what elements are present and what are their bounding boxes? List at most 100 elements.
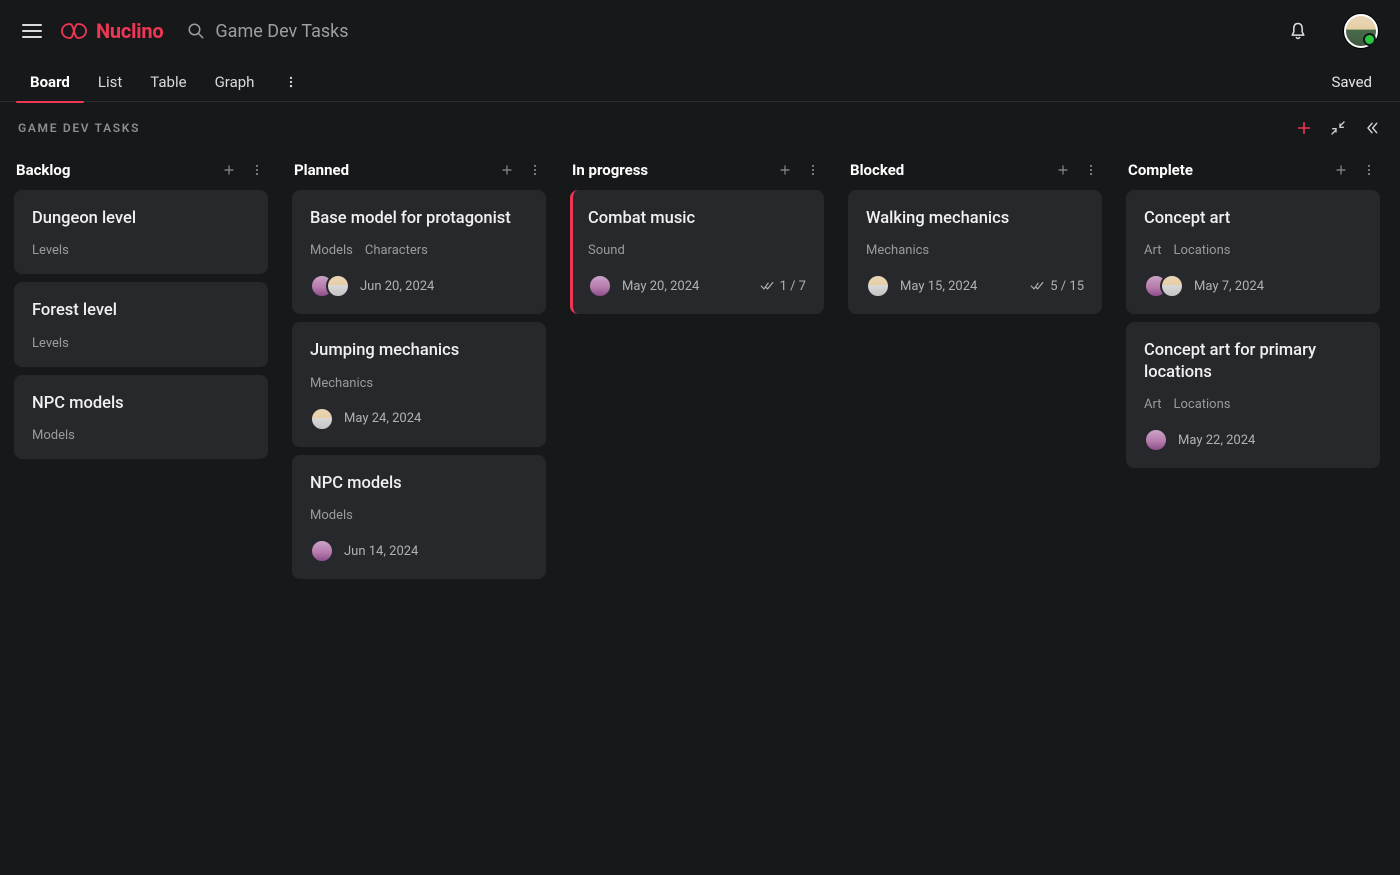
card[interactable]: Dungeon level Levels: [14, 190, 268, 274]
card-meta: May 7, 2024: [1144, 274, 1362, 298]
column-more-button[interactable]: [804, 161, 822, 179]
card-avatars: [588, 274, 612, 298]
menu-icon[interactable]: [22, 24, 42, 38]
search[interactable]: Game Dev Tasks: [187, 21, 348, 42]
column-add-button[interactable]: [220, 161, 238, 179]
card-meta: Jun 14, 2024: [310, 539, 528, 563]
column-title: Blocked: [850, 161, 904, 179]
card-avatars: [1144, 274, 1184, 298]
avatar: [310, 407, 334, 431]
card-tags: Sound: [588, 243, 806, 258]
card-tag: Models: [32, 428, 75, 443]
column-more-button[interactable]: [526, 161, 544, 179]
card-date: May 22, 2024: [1178, 433, 1255, 448]
plus-icon: [1334, 163, 1348, 177]
column-add-button[interactable]: [776, 161, 794, 179]
card-tags: Levels: [32, 336, 250, 351]
tab-graph[interactable]: Graph: [213, 62, 257, 102]
save-status: Saved: [1331, 73, 1372, 91]
board-column: In progress Combat musicSoundMay 20, 2024…: [570, 154, 824, 314]
notifications-button[interactable]: [1288, 21, 1308, 41]
card[interactable]: Forest levelLevels: [14, 282, 268, 366]
column-header: Planned: [292, 154, 546, 190]
card[interactable]: Walking mechanicsMechanicsMay 15, 20245 …: [848, 190, 1102, 314]
topbar: Nuclino Game Dev Tasks: [0, 0, 1400, 62]
card-title: Concept art for primary locations: [1144, 340, 1362, 383]
card-tag: Art: [1144, 243, 1161, 258]
brand-logo[interactable]: Nuclino: [60, 19, 163, 43]
column-title: In progress: [572, 161, 648, 179]
card-title: Jumping mechanics: [310, 340, 528, 361]
column-add-button[interactable]: [1054, 161, 1072, 179]
more-vertical-icon: [1084, 163, 1098, 177]
tab-list[interactable]: List: [96, 62, 124, 102]
column-cards: Base model for protagonist Models Characte…: [292, 190, 546, 579]
column-more-button[interactable]: [1082, 161, 1100, 179]
tab-board[interactable]: Board: [28, 62, 72, 102]
plus-icon: [1056, 163, 1070, 177]
avatar: [866, 274, 890, 298]
column-header: In progress: [570, 154, 824, 190]
card-tag: Models: [310, 508, 353, 523]
card-tag: Locations: [1173, 243, 1230, 258]
checklist-icon: [1030, 279, 1044, 293]
card-title: NPC models: [310, 473, 528, 494]
column-cards: Walking mechanicsMechanicsMay 15, 20245 …: [848, 190, 1102, 314]
card[interactable]: Concept art for primary locationsArtLoca…: [1126, 322, 1380, 468]
column-add-button[interactable]: [498, 161, 516, 179]
card-avatars: [866, 274, 890, 298]
column-more-button[interactable]: [248, 161, 266, 179]
card-tags: Models Characters: [310, 243, 528, 258]
card-tag: Characters: [365, 243, 428, 258]
card[interactable]: Jumping mechanics Mechanics May 24, 2024: [292, 322, 546, 446]
card[interactable]: Base model for protagonist Models Characte…: [292, 190, 546, 314]
plus-icon: [778, 163, 792, 177]
card-tags: Models: [310, 508, 528, 523]
card-checklist: 1 / 7: [760, 279, 806, 294]
board-column: BlockedWalking mechanicsMechanicsMay 15,…: [848, 154, 1102, 314]
card-tags: Art Locations: [1144, 243, 1362, 258]
tab-table[interactable]: Table: [148, 62, 188, 102]
plus-icon: [222, 163, 236, 177]
more-vertical-icon: [806, 163, 820, 177]
hide-panel-button[interactable]: [1364, 120, 1380, 136]
search-placeholder: Game Dev Tasks: [215, 21, 348, 42]
more-vertical-icon: [284, 75, 298, 89]
avatar: [326, 274, 350, 298]
card-tag: Locations: [1173, 397, 1230, 412]
breadcrumb: GAME DEV TASKS: [18, 121, 140, 135]
avatar: [1160, 274, 1184, 298]
card[interactable]: Concept artArtLocationsMay 7, 2024: [1126, 190, 1380, 314]
card-avatars: [310, 407, 334, 431]
more-vertical-icon: [528, 163, 542, 177]
card-tags: Models: [32, 428, 250, 443]
user-avatar[interactable]: [1344, 14, 1378, 48]
column-cards: Combat musicSoundMay 20, 20241 / 7: [570, 190, 824, 314]
board-column: BacklogDungeon levelLevelsForest levelLe…: [14, 154, 268, 459]
tabs-more-button[interactable]: [280, 75, 302, 89]
card-meta: May 22, 2024: [1144, 428, 1362, 452]
more-vertical-icon: [1362, 163, 1376, 177]
column-more-button[interactable]: [1360, 161, 1378, 179]
card-tag: Sound: [588, 243, 625, 258]
card-title: Dungeon level: [32, 208, 250, 229]
card-tags: Mechanics: [310, 376, 528, 391]
card[interactable]: NPC models Models Jun 14, 2024: [292, 455, 546, 579]
card-date: May 15, 2024: [900, 279, 977, 294]
card-tag: Levels: [32, 243, 69, 258]
add-button[interactable]: [1296, 120, 1312, 136]
collapse-button[interactable]: [1330, 120, 1346, 136]
card[interactable]: Combat musicSoundMay 20, 20241 / 7: [570, 190, 824, 314]
card-tag: Models: [310, 243, 353, 258]
card-tag: Mechanics: [866, 243, 929, 258]
sub-header: GAME DEV TASKS: [0, 102, 1400, 154]
board-column: CompleteConcept artArtLocationsMay 7, 20…: [1126, 154, 1380, 468]
card-date: May 24, 2024: [344, 411, 421, 426]
column-add-button[interactable]: [1332, 161, 1350, 179]
card[interactable]: NPC models Models: [14, 375, 268, 459]
view-tabs: Board List Table Graph Saved: [0, 62, 1400, 102]
card-title: Base model for protagonist: [310, 208, 528, 229]
card-date: Jun 20, 2024: [360, 279, 434, 294]
card-title: NPC models: [32, 393, 250, 414]
card-checklist: 5 / 15: [1030, 279, 1084, 294]
